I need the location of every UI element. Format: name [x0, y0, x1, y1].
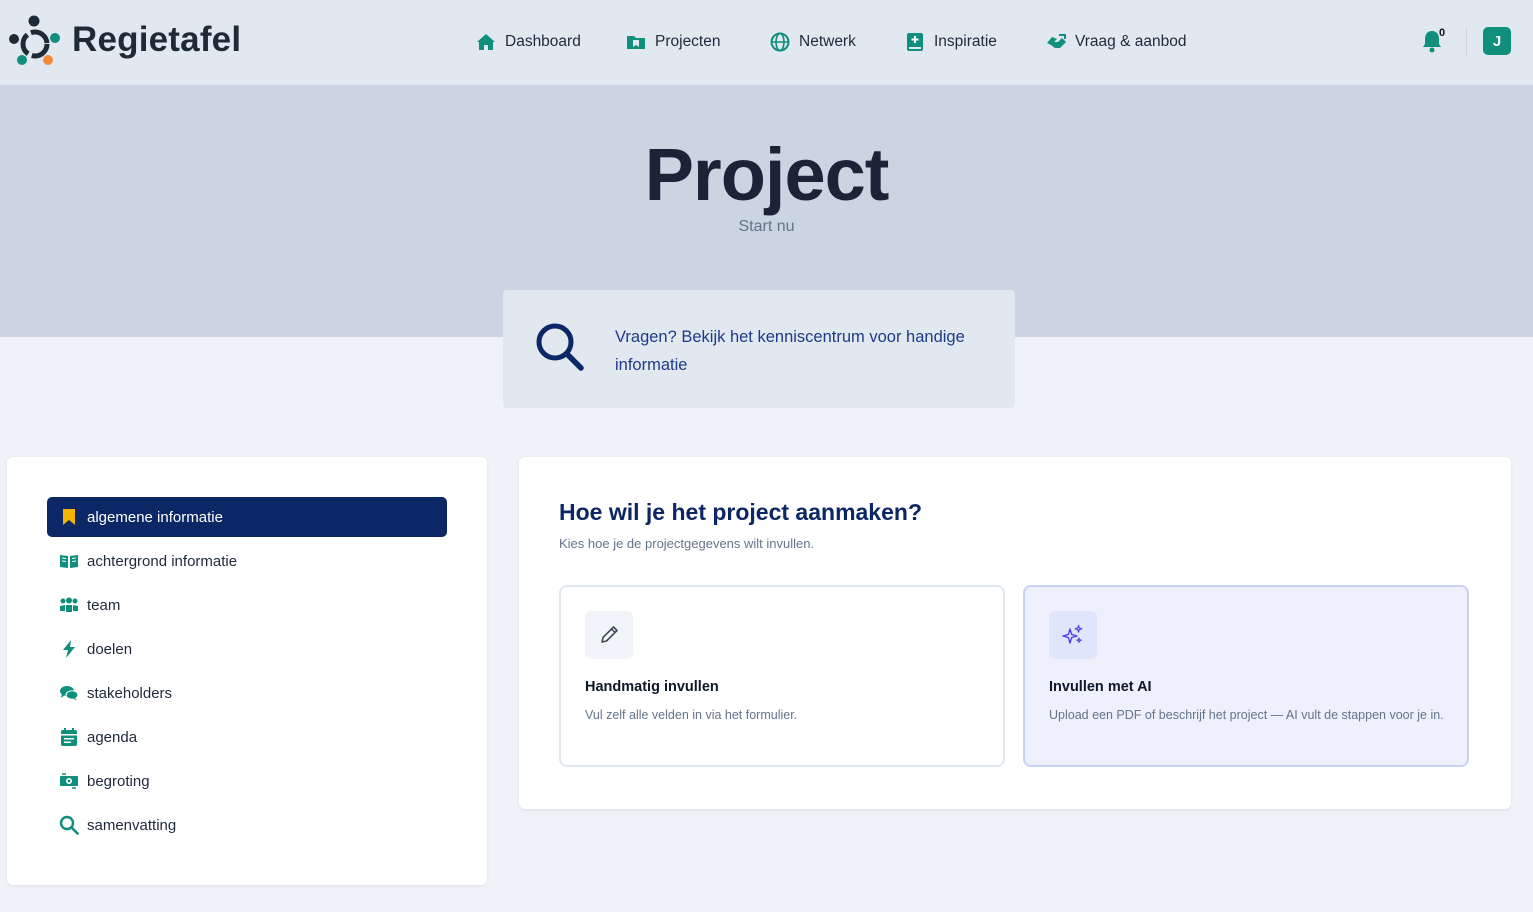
- manual-fill-title: Handmatig invullen: [585, 679, 719, 695]
- chat-bubbles-icon: [59, 683, 79, 703]
- money-icon: [59, 771, 79, 791]
- globe-icon: [769, 31, 791, 53]
- nav-projecten-label: Projecten: [655, 33, 721, 50]
- ai-fill-title: Invullen met AI: [1049, 679, 1152, 695]
- step-label: samenvatting: [87, 816, 177, 834]
- nav-dashboard[interactable]: Dashboard: [475, 29, 581, 55]
- user-avatar[interactable]: J: [1483, 27, 1511, 55]
- bookmark-icon: [59, 507, 79, 527]
- open-book-icon: [59, 551, 79, 571]
- home-icon: [475, 31, 497, 53]
- step-stakeholders[interactable]: stakeholders: [47, 673, 447, 713]
- nav-netwerk[interactable]: Netwerk: [769, 29, 856, 55]
- step-samenvatting[interactable]: samenvatting: [47, 805, 447, 845]
- brand-name[interactable]: Regietafel: [72, 20, 241, 60]
- step-label: stakeholders: [87, 684, 173, 702]
- step-algemene-informatie[interactable]: algemene informatie: [47, 497, 447, 537]
- step-achtergrond-informatie[interactable]: achtergrond informatie: [47, 541, 447, 581]
- step-label: begroting: [87, 772, 150, 790]
- page-subtitle: Start nu: [738, 218, 795, 235]
- manual-fill-option[interactable]: Handmatig invullen Vul zelf alle velden …: [559, 585, 1005, 767]
- top-navigation-bar: Regietafel Dashboard Projecten Netwerk I…: [0, 0, 1533, 85]
- header-divider: [1466, 28, 1467, 56]
- ai-fill-option[interactable]: Invullen met AI Upload een PDF of beschr…: [1023, 585, 1469, 767]
- step-label: doelen: [87, 640, 133, 658]
- page-title: Project: [644, 133, 890, 216]
- nav-dashboard-label: Dashboard: [505, 33, 581, 50]
- step-sidebar: algemene informatie achtergrond informat…: [7, 457, 487, 885]
- create-project-title: Hoe wil je het project aanmaken?: [559, 499, 922, 525]
- nav-vraag-aanbod-label: Vraag & aanbod: [1075, 33, 1187, 50]
- sparkles-icon: [1049, 611, 1097, 659]
- step-label: achtergrond informatie: [87, 552, 238, 570]
- step-label: algemene informatie: [87, 508, 223, 526]
- regietafel-logo[interactable]: [8, 14, 68, 68]
- manual-fill-description: Vul zelf alle velden in via het formulie…: [585, 708, 798, 722]
- lightning-icon: [59, 639, 79, 659]
- nav-vraag-aanbod[interactable]: Vraag & aanbod: [1045, 29, 1186, 55]
- step-doelen[interactable]: doelen: [47, 629, 447, 669]
- knowledge-center-card[interactable]: Vragen? Bekijk het kenniscentrum voor ha…: [503, 290, 1015, 408]
- nav-inspiratie[interactable]: Inspiratie: [904, 29, 997, 55]
- people-icon: [59, 595, 79, 615]
- ai-fill-description: Upload een PDF of beschrijf het project …: [1049, 708, 1444, 722]
- step-label: agenda: [87, 728, 138, 746]
- calendar-icon: [59, 727, 79, 747]
- step-team[interactable]: team: [47, 585, 447, 625]
- pencil-icon: [585, 611, 633, 659]
- create-project-card: Hoe wil je het project aanmaken? Kies ho…: [519, 457, 1511, 809]
- step-label: team: [87, 596, 121, 614]
- nav-inspiratie-label: Inspiratie: [934, 33, 997, 50]
- folder-icon: [625, 31, 647, 53]
- search-icon: [59, 815, 79, 835]
- handshake-icon: [1045, 31, 1067, 53]
- search-icon: [536, 323, 584, 371]
- create-project-subtitle: Kies hoe je de projectgegevens wilt invu…: [559, 536, 815, 551]
- step-begroting[interactable]: begroting: [47, 761, 447, 801]
- nav-projecten[interactable]: Projecten: [625, 29, 720, 55]
- step-agenda[interactable]: agenda: [47, 717, 447, 757]
- knowledge-center-text: Vragen? Bekijk het kenniscentrum voor ha…: [615, 328, 965, 374]
- notification-count: 0: [1439, 27, 1446, 39]
- book-plus-icon: [904, 31, 926, 53]
- nav-netwerk-label: Netwerk: [799, 33, 856, 50]
